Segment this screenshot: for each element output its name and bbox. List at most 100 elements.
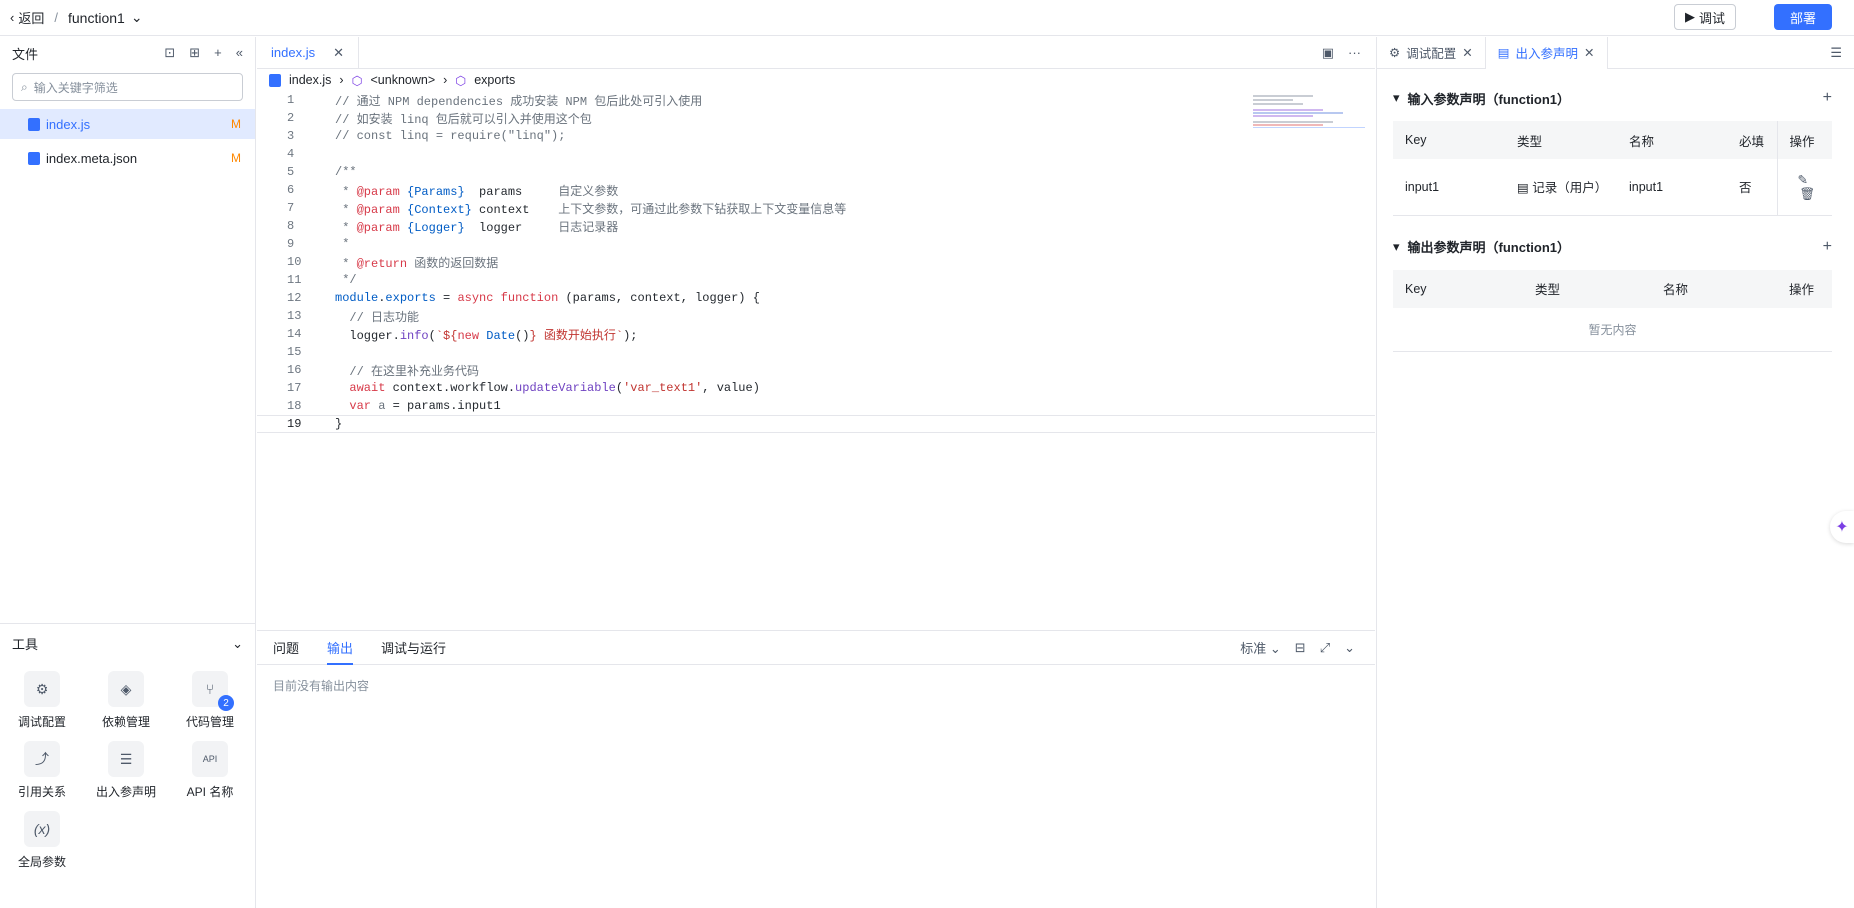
code-line: 6 * @param {Params} params 自定义参数 [257, 181, 1375, 199]
tab-output[interactable]: 输出 [327, 638, 354, 665]
close-icon[interactable]: ✕ [1462, 45, 1472, 60]
tab-debug-run[interactable]: 调试与运行 [381, 638, 446, 657]
tool-global-params[interactable]: (x) 全局参数 [0, 811, 84, 870]
module-icon: ⬡ [455, 73, 467, 88]
output-section-title: 输出参数声明（function1） [1407, 240, 1571, 255]
line-number: 12 [287, 291, 302, 305]
debug-button[interactable]: ▶ 调试 [1673, 4, 1736, 30]
chevron-right-icon: › [339, 73, 344, 87]
tool-debug-config[interactable]: ⚙ 调试配置 [0, 671, 84, 730]
tool-code-management[interactable]: ⑂ 2 代码管理 [168, 671, 252, 730]
close-icon[interactable]: ✕ [333, 45, 344, 61]
modified-badge: M [231, 151, 241, 165]
top-bar: ‹ 返回 / function1 ⌄ ▶ 调试 部署 [0, 0, 1854, 36]
split-editor-icon[interactable]: ▣ [1322, 45, 1334, 61]
chevron-down-icon[interactable]: ⌄ [1344, 640, 1355, 656]
code-line: 4 [257, 145, 1375, 163]
file-search-input[interactable]: ⌕ 输入关键字筛选 [12, 73, 243, 101]
code-line: 9 * [257, 235, 1375, 253]
line-number: 6 [287, 183, 295, 197]
expand-icon[interactable]: ⤢ [1320, 640, 1330, 656]
caret-down-icon[interactable]: ▾ [1393, 239, 1400, 255]
line-number: 17 [287, 381, 302, 395]
tools-header[interactable]: 工具 ⌄ [0, 623, 255, 663]
params-icon: ☰ [108, 741, 144, 777]
function-name-dropdown[interactable]: function1 ⌄ [68, 9, 143, 26]
module-icon: ⬡ [351, 73, 363, 88]
params-panel: ⚙ 调试配置 ✕ ▤ 出入参声明 ✕ ☰ ▾ 输入参数声明（function1）… [1376, 36, 1854, 908]
tool-label: 出入参声明 [95, 785, 156, 799]
caret-down-icon[interactable]: ▾ [1393, 90, 1400, 106]
input-params-table: Key 类型 名称 必填 操作 input1 ▤ 记录（用户） input1 否… [1393, 121, 1832, 216]
code-editor-area: index.js ✕ ▣ ··· index.js › ⬡ <unknown> … [257, 36, 1375, 630]
new-folder-icon[interactable]: ⊞ [189, 45, 200, 61]
panel-tabs: 问题 输出 调试与运行 标准 ⌄ ⊟ ⤢ ⌄ [257, 631, 1375, 665]
tab-problems[interactable]: 问题 [273, 638, 299, 657]
variable-icon: (x) [24, 811, 60, 847]
code-line: 14 logger.info(`${new Date()} 函数开始执行`); [257, 325, 1375, 343]
file-sidebar: 文件 ⊡ ⊞ + « ⌕ 输入关键字筛选 index.js M index.me… [0, 37, 256, 908]
tool-io-params[interactable]: ☰ 出入参声明 [84, 741, 168, 800]
api-icon: API [192, 741, 228, 777]
new-file-icon[interactable]: ⊡ [164, 45, 175, 61]
empty-text: 暂无内容 [1393, 308, 1832, 352]
breadcrumb-file[interactable]: index.js [289, 73, 331, 87]
col-key: Key [1393, 121, 1505, 159]
line-number: 10 [287, 255, 302, 269]
back-button[interactable]: ‹ 返回 [10, 8, 44, 27]
clear-icon[interactable]: ⊟ [1295, 640, 1306, 656]
col-actions: 操作 [1776, 121, 1832, 159]
level-select[interactable]: 标准 ⌄ [1240, 638, 1281, 657]
debug-label: 调试 [1698, 10, 1725, 26]
tool-api-name[interactable]: API API 名称 [168, 741, 252, 800]
code-line: 2// 如安装 linq 包后就可以引入并使用这个包 [257, 109, 1375, 127]
file-item-index-meta-json[interactable]: index.meta.json M [0, 143, 255, 173]
add-output-icon[interactable]: + [1823, 238, 1832, 256]
reference-icon: ⤴ [24, 741, 60, 777]
delete-icon[interactable]: 🗑 [1800, 187, 1816, 201]
edit-icon[interactable]: ✎ [1798, 173, 1808, 187]
close-icon[interactable]: ✕ [1584, 45, 1594, 60]
add-input-icon[interactable]: + [1823, 89, 1832, 107]
file-item-index-js[interactable]: index.js M [0, 109, 255, 139]
breadcrumb-exports[interactable]: exports [474, 73, 515, 87]
tab-label: 调试配置 [1406, 47, 1457, 61]
minimap[interactable] [1253, 93, 1365, 133]
line-number: 9 [287, 237, 295, 251]
tool-references[interactable]: ⤴ 引用关系 [0, 741, 84, 800]
input-params-section: ▾ 输入参数声明（function1） + Key 类型 名称 必填 操作 in… [1377, 75, 1854, 216]
git-icon: ⑂ 2 [192, 671, 234, 711]
deploy-button[interactable]: 部署 [1774, 4, 1832, 30]
tab-label: 出入参声明 [1515, 47, 1579, 61]
tool-label: 全局参数 [17, 855, 66, 869]
json-file-icon [28, 151, 40, 165]
tools-title: 工具 [12, 637, 39, 652]
sidebar-title: 文件 [12, 46, 39, 62]
line-number: 7 [287, 201, 295, 215]
code-line: 5/** [257, 163, 1375, 181]
col-type: 类型 [1505, 121, 1617, 159]
tab-io-params[interactable]: ▤ 出入参声明 ✕ [1485, 36, 1608, 69]
add-icon[interactable]: + [214, 45, 222, 61]
tab-index-js[interactable]: index.js ✕ [257, 36, 359, 69]
tab-debug-config[interactable]: ⚙ 调试配置 ✕ [1377, 36, 1486, 69]
code-line-current: 19} [257, 415, 1375, 433]
code-line: 11 */ [257, 271, 1375, 289]
line-number: 11 [287, 273, 302, 287]
tab-label: index.js [271, 45, 316, 60]
breadcrumb-symbol[interactable]: <unknown> [370, 73, 435, 87]
table-row[interactable]: input1 ▤ 记录（用户） input1 否 ✎ 🗑 [1393, 159, 1832, 216]
col-name: 名称 [1617, 121, 1727, 159]
tool-label: 调试配置 [17, 715, 66, 729]
line-number: 13 [287, 309, 302, 323]
more-icon[interactable]: ··· [1348, 45, 1361, 61]
collapse-icon[interactable]: « [236, 45, 243, 61]
panel-toggle-icon[interactable]: ☰ [1830, 45, 1854, 61]
right-tabs: ⚙ 调试配置 ✕ ▤ 出入参声明 ✕ ☰ [1377, 36, 1854, 69]
cell-actions: ✎ 🗑 [1776, 159, 1832, 216]
tool-dependency[interactable]: ◈ 依赖管理 [84, 671, 168, 730]
ai-assistant-icon[interactable]: ✦ [1830, 511, 1854, 543]
breadcrumb: index.js › ⬡ <unknown> › ⬡ exports [257, 69, 1375, 91]
line-number: 15 [287, 345, 302, 359]
code-content[interactable]: 1// 通过 NPM dependencies 成功安装 NPM 包后此处可引入… [257, 91, 1375, 433]
